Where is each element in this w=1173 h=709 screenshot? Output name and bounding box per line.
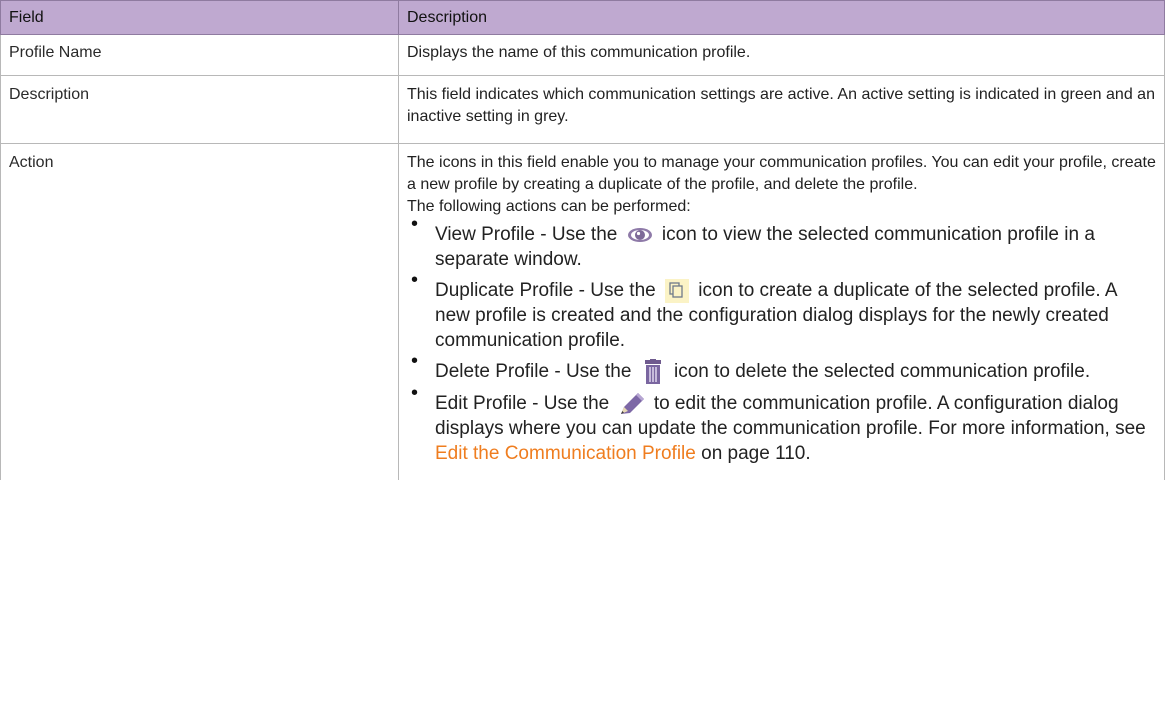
description-cell: This field indicates which communication… <box>398 75 1165 144</box>
action-text: View Profile - Use the <box>435 224 618 245</box>
fields-table: Field Description Profile Name Displays … <box>0 0 1165 480</box>
column-header-description: Description <box>398 0 1165 35</box>
bullet-icon: • <box>411 269 419 291</box>
description-cell: Displays the name of this communication … <box>398 34 1165 76</box>
list-item-duplicate-profile: • Duplicate Profile - Use the icon to cr… <box>407 269 1156 353</box>
column-header-field: Field <box>0 0 399 35</box>
bullet-icon: • <box>411 213 419 235</box>
table-row: Profile Name Displays the name of this c… <box>0 34 1165 76</box>
action-text: on page 110. <box>701 443 811 464</box>
table-row: Description This field indicates which c… <box>0 75 1165 144</box>
action-intro: The following actions can be performed: <box>407 198 691 215</box>
action-text: Edit Profile - Use the <box>435 393 610 414</box>
table-row: Action The icons in this field enable yo… <box>0 143 1165 480</box>
eye-icon <box>627 226 653 244</box>
list-item-edit-profile: • Edit Profile - Use the to edit the com… <box>407 382 1156 466</box>
action-list: • View Profile - Use the icon to view th… <box>407 213 1156 466</box>
list-item-view-profile: • View Profile - Use the icon to view th… <box>407 213 1156 272</box>
table-header-row: Field Description <box>0 0 1165 35</box>
trash-icon <box>641 359 665 385</box>
pencil-icon <box>619 392 645 416</box>
field-name-cell: Profile Name <box>0 34 399 76</box>
description-cell: The icons in this field enable you to ma… <box>398 143 1165 480</box>
action-text: Delete Profile - Use the <box>435 361 632 383</box>
action-text: icon to delete the selected communicatio… <box>673 361 1091 383</box>
action-text: Duplicate Profile - Use the <box>435 280 656 301</box>
bullet-icon: • <box>411 382 419 404</box>
action-description: The icons in this field enable you to ma… <box>407 154 1156 193</box>
field-name-cell: Action <box>0 143 399 480</box>
edit-communication-profile-link[interactable]: Edit the Communication Profile <box>435 443 696 464</box>
field-name-cell: Description <box>0 75 399 144</box>
bullet-icon: • <box>411 350 419 372</box>
list-item-delete-profile: • Delete Profile - Use the icon to delet… <box>407 350 1156 385</box>
duplicate-icon <box>665 278 689 303</box>
